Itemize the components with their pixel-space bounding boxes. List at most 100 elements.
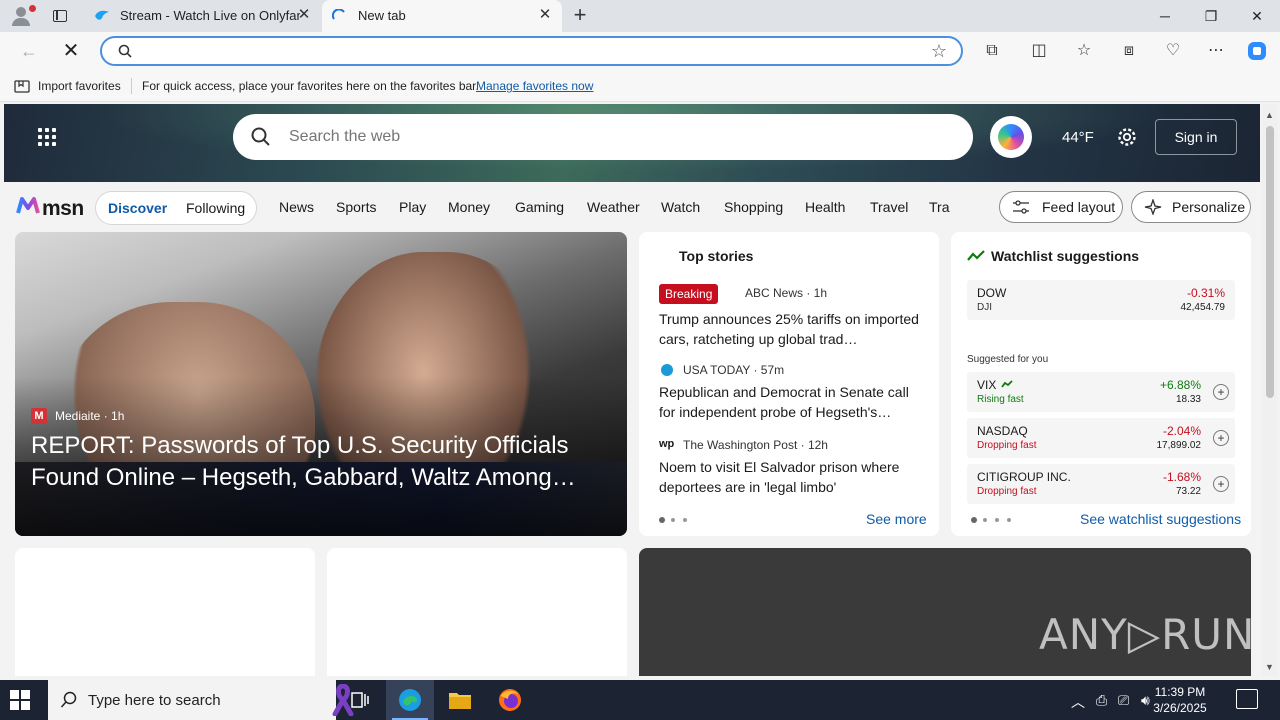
gear-icon[interactable] xyxy=(1116,126,1138,148)
browser-essentials-icon[interactable]: ♡ xyxy=(1161,39,1185,63)
stock-value: 73.22 xyxy=(1175,486,1201,497)
show-hidden-icons-icon[interactable]: ︿ xyxy=(1071,692,1085,712)
nav-shopping[interactable]: Shopping xyxy=(724,199,783,215)
anyrun-watermark: ANY▷RUN xyxy=(1039,610,1256,659)
manage-favorites-link[interactable]: Manage favorites now xyxy=(476,79,593,93)
tab-new-tab[interactable]: New tab ✕ xyxy=(322,0,562,32)
story-headline[interactable]: Republican and Democrat in Senate call f… xyxy=(659,382,925,422)
nav-sports[interactable]: Sports xyxy=(336,199,376,215)
tab-actions-icon[interactable] xyxy=(50,7,70,25)
personalize-button[interactable]: Personalize xyxy=(1131,191,1251,223)
collections-icon[interactable]: ⧈ xyxy=(1117,39,1141,63)
extensions-icon[interactable]: ⧉ xyxy=(980,39,1004,63)
add-to-watchlist-icon[interactable]: + xyxy=(1213,384,1229,400)
hero-story-card[interactable]: M Mediaite · 1h REPORT: Passwords of Top… xyxy=(15,232,627,536)
web-search-box[interactable]: Search the web xyxy=(233,114,973,160)
story-headline[interactable]: REPORT: Passwords of Top U.S. Security O… xyxy=(31,430,611,494)
washington-post-icon: wp xyxy=(659,438,675,450)
msn-butterfly-icon xyxy=(16,197,40,214)
watchlist-row[interactable]: DOW DJI -0.31% 42,454.79 xyxy=(967,280,1235,320)
stock-change: -2.04% xyxy=(1162,424,1201,438)
tab-favicon-icon xyxy=(95,10,109,20)
scrollbar-thumb[interactable] xyxy=(1266,126,1274,398)
navigation-bar: ← ✕ ☆ ⧉ ◫ ☆ ⧈ ♡ ⋯ xyxy=(0,32,1280,70)
minimize-button[interactable]: ─ xyxy=(1142,0,1188,32)
divider xyxy=(131,78,132,94)
more-options-icon[interactable]: ⋯ xyxy=(1204,39,1228,63)
tab-discover[interactable]: Discover xyxy=(108,200,167,216)
see-more-link[interactable]: See more xyxy=(866,511,927,527)
taskbar-search-box[interactable]: Type here to search xyxy=(48,680,354,720)
search-placeholder: Search the web xyxy=(289,128,401,145)
search-icon xyxy=(251,127,270,146)
nav-travel[interactable]: Travel xyxy=(870,199,908,215)
back-button[interactable]: ← xyxy=(14,37,44,65)
weather-temperature[interactable]: 44°F xyxy=(1062,129,1094,146)
sign-in-button[interactable]: Sign in xyxy=(1155,119,1237,155)
nav-watch[interactable]: Watch xyxy=(661,199,700,215)
nav-truncated-item[interactable]: Tra xyxy=(929,199,951,215)
feed-layout-button[interactable]: Feed layout xyxy=(999,191,1123,223)
scroll-up-icon[interactable]: ▲ xyxy=(1265,110,1274,120)
copilot-icon xyxy=(998,124,1024,150)
nav-news[interactable]: News xyxy=(279,199,314,215)
favorite-star-icon[interactable]: ☆ xyxy=(931,41,947,62)
copilot-icon[interactable] xyxy=(1245,39,1269,63)
story-source: Mediaite · 1h xyxy=(55,409,125,423)
nav-weather[interactable]: Weather xyxy=(587,199,640,215)
msn-logo[interactable]: msn xyxy=(16,192,84,222)
add-to-watchlist-icon[interactable]: + xyxy=(1213,476,1229,492)
feed-card[interactable] xyxy=(327,548,627,676)
tab-following[interactable]: Following xyxy=(186,200,245,216)
device-icon[interactable]: ⎙ xyxy=(1096,692,1107,709)
page-scrollbar[interactable]: ▲ ▼ xyxy=(1262,104,1278,676)
watchlist-title: Watchlist suggestions xyxy=(991,248,1140,264)
windows-start-icon[interactable] xyxy=(10,690,32,710)
see-watchlist-suggestions-link[interactable]: See watchlist suggestions xyxy=(1080,511,1241,527)
new-tab-button[interactable]: + xyxy=(568,4,592,28)
nav-health[interactable]: Health xyxy=(805,199,845,215)
story-source: ABC News · 1h xyxy=(745,286,828,300)
network-icon[interactable]: ⎚ xyxy=(1118,692,1129,709)
carousel-dots[interactable] xyxy=(659,517,689,524)
taskbar-search-placeholder: Type here to search xyxy=(88,692,221,709)
watchlist-row[interactable]: VIX Rising fast +6.88% 18.33 + xyxy=(967,372,1235,412)
watchlist-row[interactable]: NASDAQ Dropping fast -2.04% 17,899.02 + xyxy=(967,418,1235,458)
profile-icon[interactable] xyxy=(8,4,36,28)
notifications-icon[interactable] xyxy=(1236,689,1258,709)
add-to-watchlist-icon[interactable]: + xyxy=(1213,430,1229,446)
mediaite-logo-icon: M xyxy=(31,408,47,424)
split-screen-icon[interactable]: ◫ xyxy=(1027,39,1051,63)
close-window-button[interactable]: ✕ xyxy=(1234,0,1280,32)
firefox-icon[interactable] xyxy=(486,680,534,720)
close-tab-icon[interactable]: ✕ xyxy=(295,6,313,24)
nav-gaming[interactable]: Gaming xyxy=(515,199,564,215)
apps-launcher-icon[interactable] xyxy=(38,128,58,148)
scroll-down-icon[interactable]: ▼ xyxy=(1265,662,1274,672)
feed-card[interactable] xyxy=(15,548,315,676)
story-source: USA TODAY · 57m xyxy=(683,363,785,377)
video-card[interactable]: ANY▷RUN xyxy=(639,548,1254,676)
watchlist-row[interactable]: CITIGROUP INC. Dropping fast -1.68% 73.2… xyxy=(967,464,1235,504)
story-headline[interactable]: Noem to visit El Salvador prison where d… xyxy=(659,457,925,497)
nav-play[interactable]: Play xyxy=(399,199,426,215)
task-view-icon[interactable] xyxy=(336,680,384,720)
close-tab-icon[interactable]: ✕ xyxy=(536,6,554,24)
search-icon xyxy=(118,44,132,58)
edge-taskbar-icon[interactable] xyxy=(386,680,434,720)
nav-money[interactable]: Money xyxy=(448,199,490,215)
copilot-button[interactable] xyxy=(990,116,1032,158)
msn-logo-text: msn xyxy=(42,197,84,220)
stock-symbol: CITIGROUP INC. xyxy=(977,470,1071,484)
story-headline[interactable]: Trump announces 25% tariffs on imported … xyxy=(659,309,925,349)
carousel-dots[interactable] xyxy=(971,517,1015,524)
restore-button[interactable]: ❐ xyxy=(1188,0,1234,32)
favorites-icon[interactable]: ☆ xyxy=(1072,39,1096,63)
file-explorer-icon[interactable] xyxy=(436,680,484,720)
address-bar[interactable]: ☆ xyxy=(100,36,963,66)
usa-today-icon xyxy=(661,364,673,376)
stop-loading-button[interactable]: ✕ xyxy=(56,37,86,65)
import-favorites-button[interactable]: Import favorites xyxy=(38,79,121,93)
system-clock[interactable]: 11:39 PM 3/26/2025 xyxy=(1140,684,1220,716)
tab-stream[interactable]: Stream - Watch Live on Onlyfans ✕ xyxy=(84,0,321,32)
